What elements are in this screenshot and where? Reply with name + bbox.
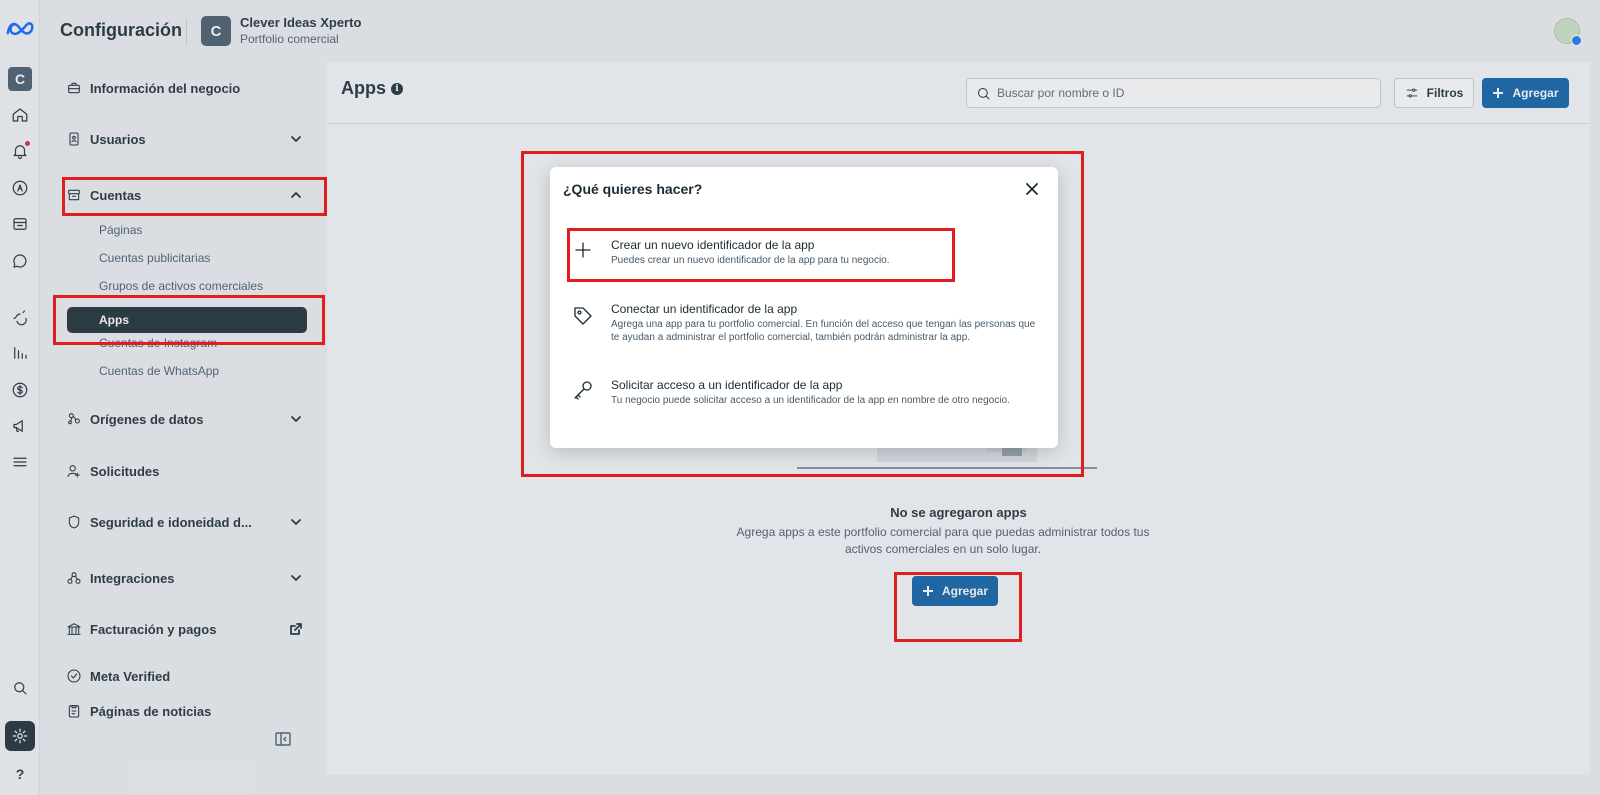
highlight-apps bbox=[53, 295, 325, 345]
highlight-cuentas bbox=[62, 177, 327, 216]
highlight-add-button bbox=[894, 572, 1022, 642]
highlight-create-option bbox=[567, 228, 955, 282]
highlight-dialog bbox=[521, 151, 1084, 477]
